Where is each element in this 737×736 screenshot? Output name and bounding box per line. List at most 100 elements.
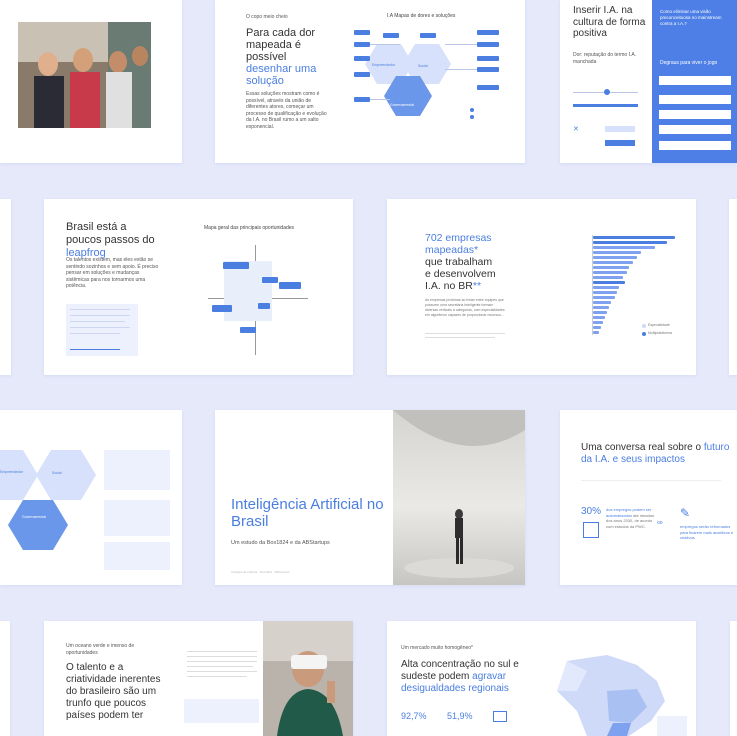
slide-region[interactable]: Um mercado muito homogêneo* Alta concent… [387, 621, 696, 736]
tools-icon: ✕ [573, 126, 579, 133]
slide-edge-left[interactable] [0, 199, 11, 375]
solution-box [354, 97, 370, 102]
slide-footer: · [393, 365, 394, 369]
slide-title: Alta concentração no sul e sudeste podem… [401, 659, 519, 694]
slide-pain-solutions[interactable]: O copo meio cheio Para cada dor mapeada … [215, 0, 525, 163]
slide-culture[interactable]: Inserir I.A. na cultura de forma positiv… [560, 0, 737, 163]
hex-governamental [8, 500, 68, 550]
slide-talent[interactable]: Um oceano verde e imenso de oportunidade… [44, 621, 353, 736]
slide-kicker: O copo meio cheio [246, 14, 288, 20]
solution-box [477, 85, 499, 90]
bar [593, 251, 641, 254]
pencil-icon: ✎ [680, 506, 691, 520]
input-box[interactable] [605, 126, 635, 132]
bar [593, 306, 609, 309]
solution-box [477, 56, 499, 61]
panel-subtitle: Degraus para viver o jogo [660, 60, 718, 66]
hex-label: Empreendedor [372, 63, 396, 67]
slide-body: Os talentos existem, mas eles estão se s… [66, 257, 159, 289]
step-item[interactable] [659, 125, 731, 134]
slide-cover[interactable]: Inteligência Artificial no Brasil Um est… [215, 410, 525, 585]
solution-box [477, 67, 499, 72]
slide-conversa[interactable]: Uma conversa real sobre o futuro da I.A.… [560, 410, 737, 585]
hex-label: Governamental [390, 103, 414, 107]
legend-dot [642, 332, 646, 336]
step-item[interactable] [659, 110, 731, 119]
slide-title: O talento e a criatividade inerentes do … [66, 662, 161, 721]
slide-photo-group[interactable] [0, 0, 182, 163]
solution-box [477, 42, 499, 47]
stat2-text: empregos serão reformados para ficarem m… [680, 524, 734, 541]
bar [593, 311, 607, 314]
connector-line [445, 44, 477, 45]
solution-box [354, 72, 370, 77]
calendar-icon [583, 522, 599, 538]
connector-line [370, 44, 400, 45]
footnote-line [425, 337, 495, 338]
step-item[interactable] [659, 95, 731, 104]
opportunity-box [212, 305, 232, 312]
step-item[interactable] [659, 76, 731, 85]
bar [593, 301, 611, 304]
slide-title: Brasil está a poucos passos do leapfrog [66, 221, 155, 260]
people-photo [18, 22, 151, 128]
bullet-dot [470, 108, 474, 112]
stat-text: dos empregos podem ser automatizados até… [606, 507, 655, 529]
or-icon: oo [657, 520, 663, 526]
page-number: · [171, 575, 172, 579]
note-box [104, 450, 170, 490]
slide-kicker: Um oceano verde e imenso de oportunidade… [66, 643, 135, 656]
bar [593, 246, 655, 249]
note-box [657, 716, 687, 736]
slide-title: 702 empresas mapeadas* que trabalham e d… [425, 232, 496, 293]
note-box [104, 542, 170, 570]
opportunity-box [279, 282, 301, 289]
bar [593, 321, 603, 324]
slide-companies[interactable]: 702 empresas mapeadas* que trabalham e d… [387, 199, 696, 375]
bar [593, 291, 617, 294]
hex-label: Governamental [22, 515, 46, 519]
slide-footer: · [566, 575, 567, 579]
step-item[interactable] [659, 141, 731, 150]
opportunity-box [223, 262, 249, 269]
hex-social [36, 450, 96, 500]
cover-footer: Inteligência Artificial · Box1824 · ABSt… [231, 570, 290, 574]
solution-box [420, 33, 436, 38]
note-box [184, 699, 259, 723]
action-button[interactable] [605, 140, 635, 146]
vr-photo [263, 621, 353, 736]
slide-subtitle: Dor: reputação do termo I.A. manchada [573, 52, 637, 65]
bar-chart [539, 235, 679, 345]
legend-dot [642, 324, 646, 328]
slide-edge-right[interactable] [729, 199, 737, 375]
bar [593, 276, 623, 279]
bar [593, 316, 605, 319]
panel-title: Como eliminar uma visão preconceituosa n… [660, 9, 722, 26]
note-box [66, 304, 138, 356]
progress-bar [573, 104, 638, 107]
slide-edge-right-bottom[interactable] [730, 621, 737, 736]
hex-label: Social [418, 64, 428, 68]
hex-label: Empreendedor [0, 470, 24, 474]
text-line [187, 661, 257, 662]
connector-line [370, 99, 390, 100]
slide-edge-left-bottom[interactable] [0, 621, 10, 736]
bar [593, 281, 625, 284]
opportunity-box [240, 327, 256, 333]
note-box [104, 500, 170, 536]
slide-leapfrog[interactable]: Brasil está a poucos passos do leapfrog … [44, 199, 353, 375]
bar [593, 296, 615, 299]
solution-box [354, 56, 370, 61]
slider-knob[interactable] [604, 89, 610, 95]
bullet-dot [470, 115, 474, 119]
legend-label: Especialidade [648, 323, 670, 327]
hex-empreendedor [0, 450, 38, 500]
legend-label: Multiplataforma [648, 331, 672, 335]
divider [581, 480, 721, 481]
quadrant-shade [224, 261, 272, 321]
slide-hex-notes[interactable]: Empreendedor Social Governamental · [0, 410, 182, 585]
solution-box [354, 30, 370, 35]
text-line [187, 676, 247, 677]
slide-title: Uma conversa real sobre o futuro da I.A.… [581, 442, 730, 465]
opportunity-box [258, 303, 270, 309]
